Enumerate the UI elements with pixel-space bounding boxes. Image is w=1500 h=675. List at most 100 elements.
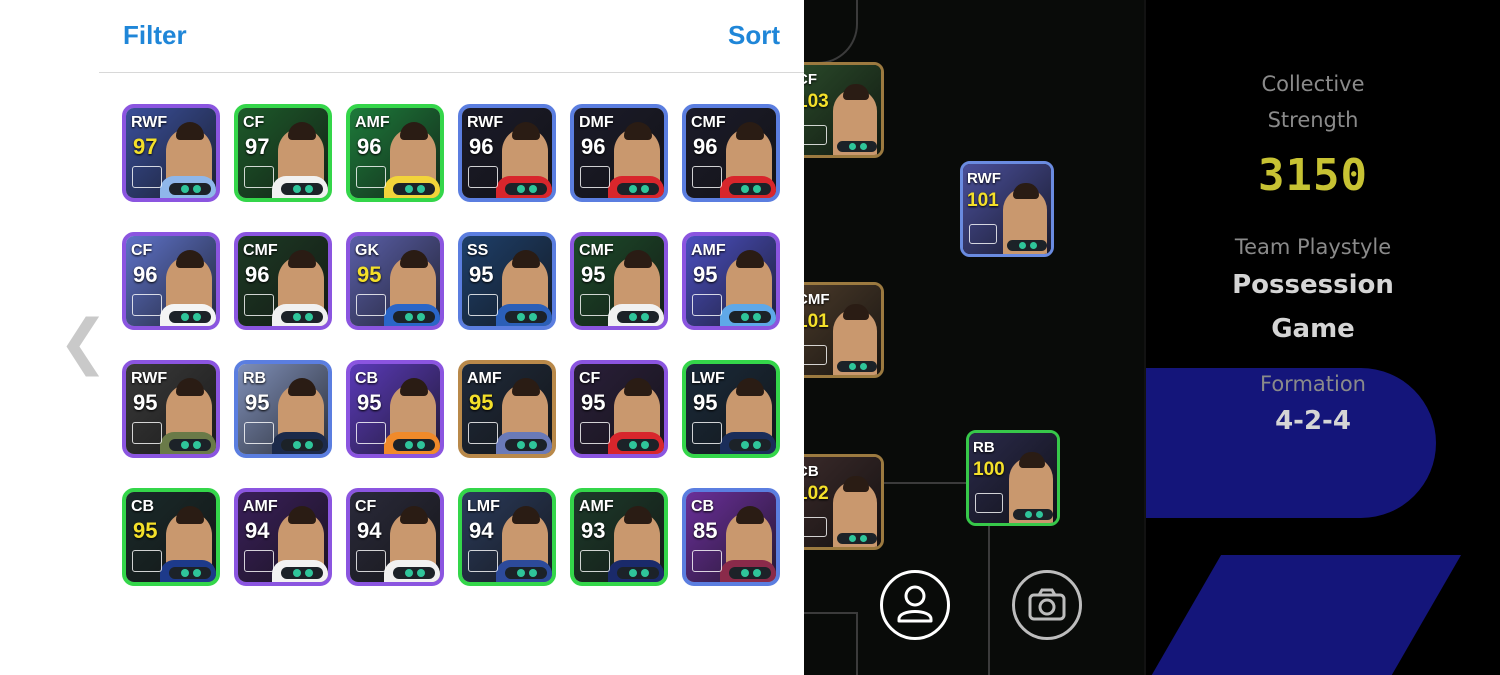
player-card[interactable]: CF 96 bbox=[122, 232, 220, 330]
player-card[interactable]: RWF 97 bbox=[122, 104, 220, 202]
player-position: CMF bbox=[243, 242, 278, 259]
player-rating: 101 bbox=[804, 311, 829, 332]
player-card[interactable]: CB 95 bbox=[122, 488, 220, 586]
player-position: AMF bbox=[467, 370, 502, 387]
player-rating: 102 bbox=[804, 483, 829, 504]
player-position: CF bbox=[243, 114, 265, 131]
player-selection-panel: Filter Sort RWF 97 CF 97 AMF 96 RWF 96 DMF 96 CMF 9… bbox=[99, 0, 804, 675]
player-card[interactable]: SS 95 bbox=[458, 232, 556, 330]
skill-indicator bbox=[837, 533, 877, 544]
skill-indicator bbox=[169, 311, 211, 323]
player-rating: 94 bbox=[245, 518, 270, 543]
skill-indicator bbox=[837, 361, 877, 372]
sort-button[interactable]: Sort bbox=[728, 20, 780, 51]
psg-crest bbox=[692, 422, 722, 444]
formation-player-card[interactable]: RWF 101 bbox=[960, 161, 1054, 257]
player-rating: 94 bbox=[469, 518, 494, 543]
player-rating: 103 bbox=[804, 91, 829, 112]
formation-player-card[interactable]: CB 102 bbox=[804, 454, 884, 550]
player-card[interactable]: AMF 96 bbox=[346, 104, 444, 202]
club-crest bbox=[804, 345, 827, 365]
collective-strength-label: Collective bbox=[1261, 72, 1365, 96]
player-card[interactable]: CMF 96 bbox=[234, 232, 332, 330]
player-card[interactable]: AMF 95 bbox=[458, 360, 556, 458]
player-position: RWF bbox=[131, 370, 168, 387]
club-crest bbox=[244, 166, 274, 188]
player-card[interactable]: CB 95 bbox=[346, 360, 444, 458]
player-card[interactable]: RB 95 bbox=[234, 360, 332, 458]
player-card[interactable]: AMF 93 bbox=[570, 488, 668, 586]
player-position: CB bbox=[804, 463, 819, 480]
player-card[interactable]: CF 97 bbox=[234, 104, 332, 202]
player-rating: 96 bbox=[245, 262, 270, 287]
skill-indicator bbox=[617, 183, 659, 195]
player-position: CB bbox=[691, 498, 715, 515]
player-view-button[interactable] bbox=[880, 570, 950, 640]
formation-player-card[interactable]: CMF 101 bbox=[804, 282, 884, 378]
player-position: GK bbox=[355, 242, 379, 259]
player-rating: 95 bbox=[469, 262, 494, 287]
player-card[interactable]: AMF 94 bbox=[234, 488, 332, 586]
club-crest bbox=[804, 125, 827, 145]
player-position: CMF bbox=[691, 114, 726, 131]
player-position: AMF bbox=[355, 114, 390, 131]
skill-indicator bbox=[729, 567, 771, 579]
skill-indicator bbox=[617, 567, 659, 579]
skill-indicator bbox=[1013, 509, 1053, 520]
skill-indicator bbox=[617, 311, 659, 323]
skill-indicator bbox=[281, 567, 323, 579]
player-position: CF bbox=[355, 498, 377, 515]
player-card[interactable]: LWF 95 bbox=[682, 360, 780, 458]
playstyle-value: Possession bbox=[1232, 270, 1394, 300]
skill-indicator bbox=[169, 567, 211, 579]
player-card-grid: RWF 97 CF 97 AMF 96 RWF 96 DMF 96 CMF 96 CF 96 CMF 96 GK… bbox=[122, 104, 784, 586]
player-rating: 85 bbox=[693, 518, 718, 543]
player-card[interactable]: CMF 96 bbox=[682, 104, 780, 202]
player-position: CF bbox=[131, 242, 153, 259]
player-position: AMF bbox=[243, 498, 278, 515]
skill-indicator bbox=[729, 439, 771, 451]
left-margin: ❮ bbox=[0, 0, 108, 675]
player-card[interactable]: CF 95 bbox=[570, 360, 668, 458]
skill-indicator bbox=[505, 567, 547, 579]
player-card[interactable]: CMF 95 bbox=[570, 232, 668, 330]
player-card[interactable]: RWF 95 bbox=[122, 360, 220, 458]
playstyle-value-2: Game bbox=[1271, 314, 1355, 344]
player-rating: 95 bbox=[581, 390, 606, 415]
player-card[interactable]: AMF 95 bbox=[682, 232, 780, 330]
player-card[interactable]: DMF 96 bbox=[570, 104, 668, 202]
skill-indicator bbox=[505, 311, 547, 323]
club-crest bbox=[580, 294, 610, 316]
formation-player-card[interactable]: CF 103 bbox=[804, 62, 884, 158]
player-card[interactable]: CF 94 bbox=[346, 488, 444, 586]
camera-button[interactable] bbox=[1012, 570, 1082, 640]
formation-player-card[interactable]: RB 100 bbox=[966, 430, 1060, 526]
player-card[interactable]: GK 95 bbox=[346, 232, 444, 330]
skill-indicator bbox=[505, 439, 547, 451]
player-rating: 96 bbox=[133, 262, 158, 287]
skill-indicator bbox=[169, 183, 211, 195]
player-position: CMF bbox=[804, 291, 830, 308]
player-position: RWF bbox=[467, 114, 504, 131]
skill-indicator bbox=[1007, 240, 1047, 251]
player-rating: 101 bbox=[967, 190, 999, 211]
player-card[interactable]: LMF 94 bbox=[458, 488, 556, 586]
filter-button[interactable]: Filter bbox=[123, 20, 187, 51]
player-rating: 95 bbox=[357, 390, 382, 415]
player-card[interactable]: RWF 96 bbox=[458, 104, 556, 202]
skill-indicator bbox=[617, 439, 659, 451]
player-rating: 95 bbox=[133, 390, 158, 415]
player-position: RB bbox=[973, 439, 995, 456]
inter-crest bbox=[132, 550, 162, 572]
formation-label: Formation bbox=[1260, 372, 1366, 396]
player-rating: 95 bbox=[133, 518, 158, 543]
player-card[interactable]: CB 85 bbox=[682, 488, 780, 586]
chevron-left-icon[interactable]: ❮ bbox=[58, 312, 108, 372]
brazil-flag bbox=[468, 294, 498, 316]
skill-indicator bbox=[505, 183, 547, 195]
inter-crest bbox=[468, 550, 498, 572]
collective-strength-label-2: Strength bbox=[1267, 108, 1359, 132]
player-position: CB bbox=[355, 370, 379, 387]
player-position: DMF bbox=[579, 114, 614, 131]
player-rating: 96 bbox=[581, 134, 606, 159]
